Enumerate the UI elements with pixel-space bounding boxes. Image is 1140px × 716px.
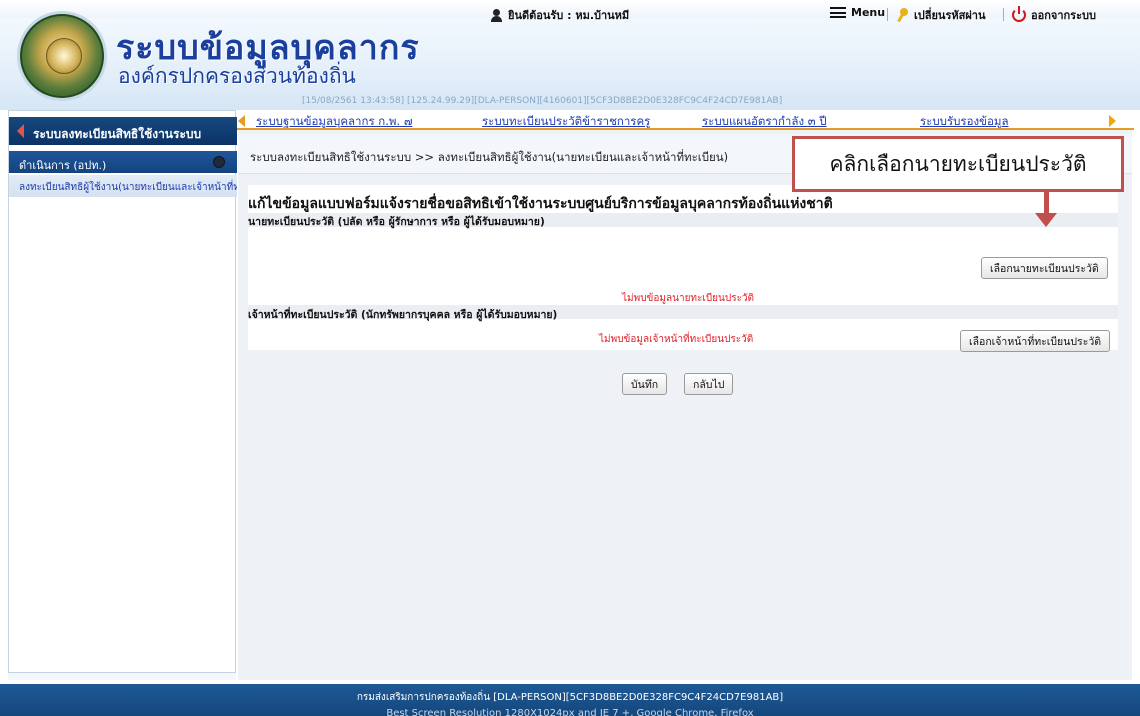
change-password-label: เปลี่ยนรหัสผ่าน xyxy=(914,9,986,22)
nav-link-data-certification[interactable]: ระบบรับรองข้อมูล xyxy=(920,113,1009,131)
sidebar-header[interactable]: ระบบลงทะเบียนสิทธิใช้งานระบบ xyxy=(9,117,237,145)
logo-emblem xyxy=(46,38,82,74)
hamburger-menu-icon xyxy=(830,7,846,18)
divider xyxy=(887,8,888,21)
logout-label: ออกจากระบบ xyxy=(1031,9,1096,22)
menu-label: Menu xyxy=(851,6,886,19)
back-button[interactable]: กลับไป xyxy=(684,373,734,395)
select-registrar-button[interactable]: เลือกนายทะเบียนประวัติ xyxy=(981,257,1108,279)
registrar-empty-message: ไม่พบข้อมูลนายทะเบียนประวัติ xyxy=(622,293,755,304)
header: ระบบข้อมูลบุคลากร องค์กรปกครองส่วนท้องถิ… xyxy=(0,0,1140,110)
scroll-left-icon[interactable] xyxy=(238,115,245,127)
sidebar-title: ระบบลงทะเบียนสิทธิใช้งานระบบ xyxy=(33,127,202,141)
power-icon xyxy=(1012,6,1026,22)
organization-logo xyxy=(20,14,104,98)
officer-label: เจ้าหน้าที่ทะเบียนประวัติ (นักทรัพยากรบุ… xyxy=(248,309,558,321)
registrar-label: นายทะเบียนประวัติ (ปลัด หรือ ผู้รักษาการ… xyxy=(248,216,545,228)
section-toggle-icon[interactable] xyxy=(213,156,225,168)
main-content: ระบบลงทะเบียนสิทธิใช้งานระบบ >> ลงทะเบีย… xyxy=(238,130,1132,680)
sidebar: ระบบลงทะเบียนสิทธิใช้งานระบบ ดำเนินการ (… xyxy=(8,110,237,680)
divider xyxy=(1003,8,1004,21)
instruction-callout: คลิกเลือกนายทะเบียนประวัติ xyxy=(792,136,1124,192)
user-icon xyxy=(490,8,503,22)
top-bar: ยินดีต้อนรับ : หม.บ้านหมี Menu เปลี่ยนรห… xyxy=(490,6,1140,24)
system-nav-strip: ระบบฐานข้อมูลบุคลากร ก.พ. ๗ ระบบทะเบียนป… xyxy=(234,112,1134,130)
change-password-link[interactable]: เปลี่ยนรหัสผ่าน xyxy=(897,6,985,24)
sidebar-section-label: ดำเนินการ (อปท.) xyxy=(19,159,107,172)
welcome-text: ยินดีต้อนรับ : หม.บ้านหมี xyxy=(490,6,629,24)
callout-text: คลิกเลือกนายทะเบียนประวัติ xyxy=(829,151,1087,176)
select-officer-button[interactable]: เลือกเจ้าหน้าที่ทะเบียนประวัติ xyxy=(960,330,1111,352)
sidebar-section-operations[interactable]: ดำเนินการ (อปท.) xyxy=(9,151,237,173)
scroll-right-icon[interactable] xyxy=(1109,115,1116,127)
callout-arrow-head-icon xyxy=(1035,213,1057,227)
save-button[interactable]: บันทึก xyxy=(622,373,668,395)
key-icon xyxy=(897,8,909,22)
sidebar-item-label: ลงทะเบียนสิทธิผู้ใช้งาน(นายทะเบียนและเจ้… xyxy=(19,182,237,193)
footer-resolution-line: Best Screen Resolution 1280X1024px and I… xyxy=(386,708,754,716)
collapse-arrow-icon[interactable] xyxy=(17,124,24,138)
registration-form: แก้ไขข้อมูลแบบฟอร์มแจ้งรายชื่อขอสิทธิเข้… xyxy=(248,185,1118,352)
sidebar-item-register-users[interactable]: ลงทะเบียนสิทธิผู้ใช้งาน(นายทะเบียนและเจ้… xyxy=(9,175,237,197)
breadcrumb: ระบบลงทะเบียนสิทธิใช้งานระบบ >> ลงทะเบีย… xyxy=(250,150,729,164)
form-title: แก้ไขข้อมูลแบบฟอร์มแจ้งรายชื่อขอสิทธิเข้… xyxy=(248,196,833,212)
nav-link-personnel-db[interactable]: ระบบฐานข้อมูลบุคลากร ก.พ. ๗ xyxy=(256,113,412,131)
logout-link[interactable]: ออกจากระบบ xyxy=(1012,6,1096,24)
nav-link-manpower-plan[interactable]: ระบบแผนอัตรากำลัง ๓ ปี xyxy=(702,113,827,131)
sidebar-footer xyxy=(8,672,236,680)
welcome-label: ยินดีต้อนรับ : หม.บ้านหมี xyxy=(508,9,630,22)
footer: กรมส่งเสริมการปกครองท้องถิ่น [DLA-PERSON… xyxy=(0,684,1140,716)
menu-button[interactable]: Menu xyxy=(830,6,885,19)
session-info: [15/08/2561 13:43:58] [125.24.99.29][DLA… xyxy=(302,96,783,106)
nav-link-teacher-records[interactable]: ระบบทะเบียนประวัติข้าราชการครู xyxy=(482,113,650,131)
officer-empty-message: ไม่พบข้อมูลเจ้าหน้าที่ทะเบียนประวัติ xyxy=(599,334,754,345)
app-subtitle: องค์กรปกครองส่วนท้องถิ่น xyxy=(118,64,356,88)
footer-org-line: กรมส่งเสริมการปกครองท้องถิ่น [DLA-PERSON… xyxy=(356,692,784,703)
